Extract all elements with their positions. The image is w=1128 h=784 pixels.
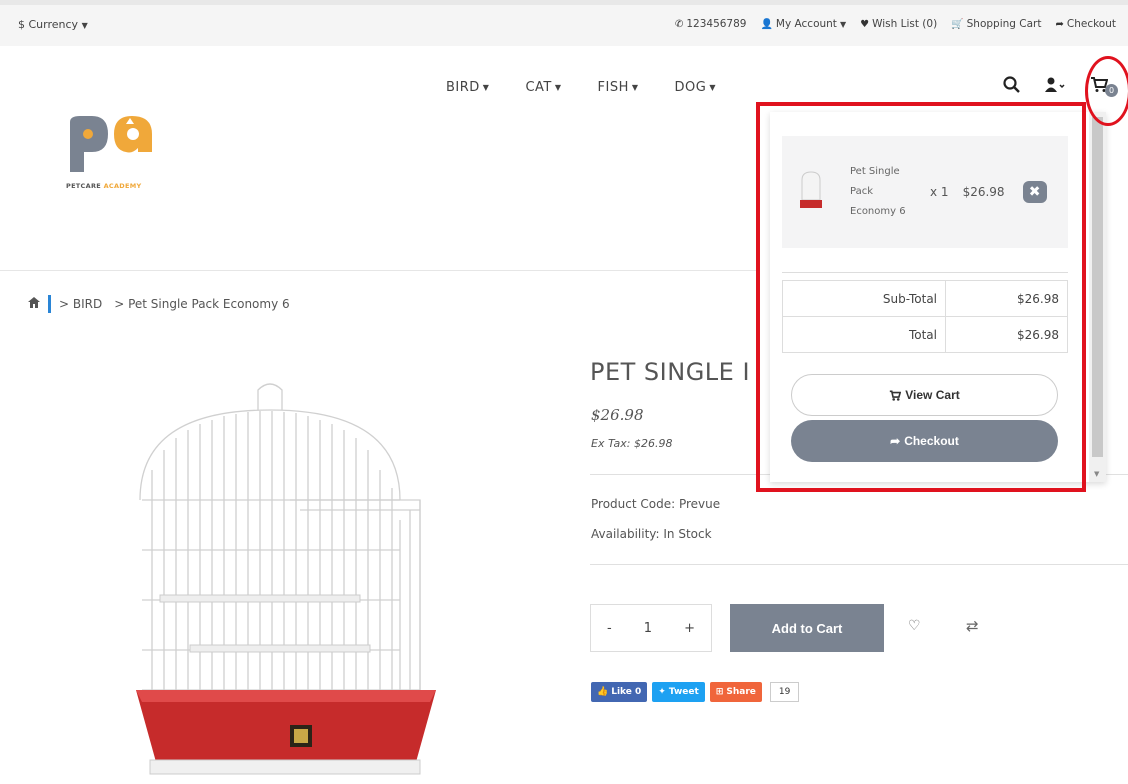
facebook-like-button[interactable]: 👍 Like 0 bbox=[591, 682, 648, 702]
tweet-button[interactable]: ✦ Tweet bbox=[652, 682, 705, 702]
share-button[interactable]: ⊞ Share bbox=[709, 682, 762, 702]
share-arrow-icon: ➦ bbox=[1055, 18, 1064, 30]
nav-item-dog[interactable]: DOG ▼ bbox=[675, 80, 716, 95]
nav-item-bird[interactable]: BIRD ▼ bbox=[446, 80, 489, 95]
social-share-bar: 👍 Like 0 ✦ Tweet ⊞ Share 19 bbox=[591, 682, 800, 702]
nav-label: DOG bbox=[674, 80, 707, 95]
chevron-down-icon: ▼ bbox=[709, 83, 716, 92]
add-to-cart-button[interactable]: Add to Cart bbox=[730, 604, 884, 652]
logo-text: PETCARE ACADEMY bbox=[66, 182, 142, 190]
dropdown-scrollbar[interactable]: ▼ bbox=[1089, 112, 1106, 482]
compare-arrows-icon[interactable]: ⇄ bbox=[966, 617, 979, 635]
divider bbox=[590, 564, 1128, 565]
scroll-down-arrow-icon[interactable]: ▼ bbox=[1094, 470, 1099, 478]
heart-outline-icon[interactable]: ♡ bbox=[908, 618, 921, 634]
home-icon[interactable] bbox=[28, 297, 40, 311]
qty-decrease-button[interactable]: - bbox=[607, 621, 612, 636]
nav-item-fish[interactable]: FISH ▼ bbox=[598, 80, 639, 95]
nav-label: BIRD bbox=[446, 80, 480, 95]
phone-link[interactable]: ✆ 123456789 bbox=[675, 18, 747, 30]
chevron-down-icon: ▼ bbox=[554, 83, 562, 92]
my-account-dropdown[interactable]: 👤 My Account ▼ bbox=[760, 18, 846, 30]
chevron-down-icon: ▼ bbox=[631, 83, 639, 92]
breadcrumb-separator bbox=[48, 295, 51, 313]
annotation-highlight-box bbox=[756, 102, 1086, 492]
nav-label: CAT bbox=[525, 80, 552, 95]
currency-label: $ Currency bbox=[18, 18, 79, 31]
chevron-down-icon: ▼ bbox=[839, 19, 847, 29]
thumbs-up-icon: 👍 bbox=[597, 687, 609, 697]
product-availability: Availability: In Stock bbox=[591, 527, 712, 541]
header-divider bbox=[0, 270, 760, 271]
nav-label: FISH bbox=[597, 80, 629, 95]
main-nav: BIRD ▼ CAT ▼ FISH ▼ DOG ▼ bbox=[446, 80, 716, 95]
breadcrumb-product[interactable]: > Pet Single Pack Economy 6 bbox=[114, 297, 289, 311]
top-bar: $ Currency ▼ ✆ 123456789 👤 My Account ▼ … bbox=[0, 0, 1128, 46]
wishlist-label: Wish List (0) bbox=[872, 18, 938, 30]
my-account-label: My Account bbox=[775, 18, 837, 30]
chevron-down-icon: ▼ bbox=[81, 21, 88, 30]
nav-item-cat[interactable]: CAT ▼ bbox=[525, 80, 561, 95]
account-menu-icon[interactable] bbox=[1044, 76, 1066, 98]
breadcrumb-bird[interactable]: > BIRD bbox=[59, 297, 102, 311]
share-plus-icon: ⊞ bbox=[715, 687, 724, 697]
phone-number: 123456789 bbox=[686, 18, 747, 30]
search-icon[interactable] bbox=[1003, 76, 1020, 98]
phone-icon: ✆ bbox=[674, 18, 684, 30]
qty-input[interactable]: 1 bbox=[644, 621, 652, 636]
qty-increase-button[interactable]: + bbox=[684, 621, 695, 636]
logo-mark bbox=[70, 116, 152, 172]
cart-icon: 🛒 bbox=[951, 18, 964, 30]
product-price: $26.98 bbox=[591, 406, 644, 424]
shopping-cart-link[interactable]: 🛒 Shopping Cart bbox=[951, 18, 1041, 30]
heart-icon: ♥ bbox=[860, 18, 870, 30]
checkout-link[interactable]: ➦ Checkout bbox=[1055, 18, 1116, 30]
product-image[interactable] bbox=[100, 350, 460, 784]
chevron-down-icon: ▼ bbox=[482, 83, 490, 92]
scrollbar-thumb[interactable] bbox=[1092, 117, 1103, 457]
user-icon: 👤 bbox=[760, 18, 773, 30]
breadcrumb: > BIRD > Pet Single Pack Economy 6 bbox=[28, 295, 290, 313]
wishlist-link[interactable]: ♥ Wish List (0) bbox=[860, 18, 937, 30]
checkout-label: Checkout bbox=[1066, 18, 1116, 30]
twitter-bird-icon: ✦ bbox=[658, 687, 666, 697]
annotation-highlight-circle bbox=[1085, 56, 1128, 126]
product-code: Product Code: Prevue bbox=[591, 497, 721, 511]
shopping-cart-label: Shopping Cart bbox=[966, 18, 1042, 30]
currency-dropdown[interactable]: $ Currency ▼ bbox=[18, 18, 88, 31]
product-ex-tax: Ex Tax: $26.98 bbox=[591, 437, 673, 450]
site-logo[interactable]: PETCARE ACADEMY bbox=[66, 114, 176, 194]
quantity-stepper: - 1 + bbox=[590, 604, 712, 652]
share-count: 19 bbox=[769, 682, 800, 702]
product-title: PET SINGLE I bbox=[590, 358, 751, 386]
